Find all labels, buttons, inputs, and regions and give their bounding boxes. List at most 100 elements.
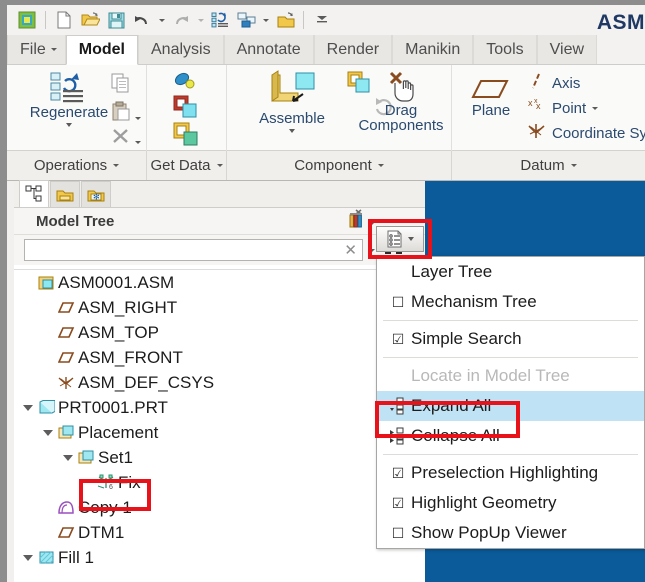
regenerate-button[interactable]: Regenerate — [19, 71, 119, 127]
copy-button[interactable] — [111, 73, 131, 98]
tree-item-label: Fix — [118, 472, 141, 492]
delete-button[interactable] — [111, 127, 131, 150]
new-icon[interactable] — [52, 8, 76, 32]
delete-dropdown-icon[interactable] — [135, 131, 141, 149]
group-label-datum[interactable]: Datum — [452, 151, 645, 180]
customize-icon[interactable] — [310, 8, 334, 32]
settings-dropdown-icon — [387, 230, 402, 248]
favorites-tab[interactable]: ✻ — [81, 181, 111, 207]
checkbox-checked-icon[interactable]: ☑ — [385, 465, 411, 482]
drag-components-label-1: Drag — [384, 102, 418, 119]
menu-item-highlight-geometry[interactable]: ☑ Highlight Geometry — [377, 488, 644, 518]
tab-model[interactable]: Model — [65, 35, 138, 65]
group-label-component[interactable]: Component — [227, 151, 452, 180]
clear-search-icon[interactable]: ✕ — [344, 241, 357, 259]
model-tree-tab[interactable] — [19, 180, 49, 207]
datum-point-icon: x x x — [526, 96, 546, 121]
coordinate-system-icon — [526, 121, 546, 146]
group-label-get-data[interactable]: Get Data — [147, 151, 227, 180]
menu-item-show-popup-viewer[interactable]: ☐ Show PopUp Viewer — [377, 518, 644, 548]
axis-button[interactable]: Axis — [526, 71, 580, 96]
paste-button[interactable] — [111, 101, 131, 126]
menu-item-label: Expand All — [411, 396, 492, 415]
plane-button[interactable]: Plane — [460, 77, 522, 118]
tree-item-assembly[interactable]: ASM0001.ASM — [14, 270, 425, 295]
twisty-expanded-icon[interactable] — [20, 554, 36, 561]
window-dropdown-icon[interactable] — [260, 8, 271, 32]
tree-item-part[interactable]: PRT0001.PRT — [14, 395, 425, 420]
assemble-button[interactable]: Assemble — [237, 69, 347, 133]
menu-item-collapse-all[interactable]: Collapse All — [377, 421, 644, 451]
chevron-down-icon[interactable] — [592, 107, 599, 110]
tab-file[interactable]: File — [7, 35, 66, 64]
menu-item-simple-search[interactable]: ☑ Simple Search — [377, 324, 644, 354]
redo-icon[interactable] — [169, 8, 193, 32]
app-logo-icon[interactable] — [15, 8, 39, 32]
point-button[interactable]: x x x Point — [526, 96, 599, 121]
redo-dropdown-icon[interactable] — [195, 8, 206, 32]
save-icon[interactable] — [104, 8, 128, 32]
tab-tools[interactable]: Tools — [473, 35, 537, 64]
group-label-operations[interactable]: Operations — [7, 151, 147, 180]
model-tree-header: Model Tree — [14, 208, 425, 235]
undo-dropdown-icon[interactable] — [156, 8, 167, 32]
menu-item-preselection-highlighting[interactable]: ☑ Preselection Highlighting — [377, 458, 644, 488]
folder-browser-tab[interactable] — [50, 181, 80, 207]
menu-item-label: Preselection Highlighting — [411, 463, 599, 482]
tree-item-asm-top[interactable]: ASM_TOP — [14, 320, 425, 345]
tree-item-asm-def-csys[interactable]: ASM_DEF_CSYS — [14, 370, 425, 395]
tab-manikin[interactable]: Manikin — [392, 35, 474, 64]
paste-dropdown-icon[interactable] — [135, 107, 141, 125]
tab-annotate[interactable]: Annotate — [223, 35, 314, 64]
datum-plane-icon — [56, 301, 76, 315]
model-tree-list[interactable]: ASM0001.ASM ASM_RIGHT ASM_TOP ASM_FRONT … — [14, 269, 425, 582]
tree-item-label: ASM_FRONT — [78, 347, 183, 367]
checkbox-checked-icon[interactable]: ☑ — [385, 495, 411, 512]
window-icon[interactable] — [234, 8, 258, 32]
twisty-expanded-icon[interactable] — [20, 404, 36, 411]
checkbox-unchecked-icon[interactable]: ☐ — [385, 525, 411, 542]
undo-icon[interactable] — [130, 8, 154, 32]
menu-item-expand-all[interactable]: Expand All — [377, 391, 644, 421]
assemble-label: Assemble — [259, 110, 325, 127]
tab-analysis[interactable]: Analysis — [138, 35, 224, 64]
tree-settings-button[interactable] — [376, 226, 424, 252]
tree-item-asm-right[interactable]: ASM_RIGHT — [14, 295, 425, 320]
tab-render[interactable]: Render — [313, 35, 393, 64]
tree-item-placement[interactable]: Placement — [14, 420, 425, 445]
coordinate-system-button[interactable]: Coordinate System — [526, 121, 645, 146]
close-window-icon[interactable] — [273, 8, 297, 32]
tree-item-fix[interactable]: 6 Fix — [14, 470, 425, 495]
model-tree-search-row: ✕ — [14, 235, 425, 265]
tab-view[interactable]: View — [536, 35, 598, 64]
tree-item-copy1[interactable]: Copy 1 — [14, 495, 425, 520]
checkbox-checked-icon[interactable]: ☑ — [385, 331, 411, 348]
merge-inheritance-button[interactable] — [173, 95, 199, 124]
fix-constraint-icon: 6 — [96, 474, 116, 491]
shrinkwrap-button[interactable] — [173, 122, 199, 151]
search-input[interactable]: ✕ — [24, 239, 363, 261]
menu-item-layer-tree[interactable]: Layer Tree — [377, 257, 644, 287]
shrinkwrap-icon — [173, 122, 198, 146]
drag-hand-icon — [389, 71, 414, 102]
twisty-expanded-icon[interactable] — [40, 429, 56, 436]
group-label-component-text: Component — [294, 157, 372, 174]
twisty-expanded-icon[interactable] — [60, 454, 76, 461]
assemble-icon — [271, 70, 315, 102]
menu-item-label: Locate in Model Tree — [411, 366, 570, 385]
tree-item-dtm1[interactable]: DTM1 — [14, 520, 425, 545]
import-button[interactable] — [173, 70, 199, 97]
menu-item-mechanism-tree[interactable]: ☐ Mechanism Tree — [377, 287, 644, 317]
filter-settings-icon[interactable] — [345, 208, 367, 235]
window-left-border — [0, 5, 7, 582]
regenerate-icon[interactable] — [208, 8, 232, 32]
tree-item-set1[interactable]: Set1 — [14, 445, 425, 470]
tree-item-asm-front[interactable]: ASM_FRONT — [14, 345, 425, 370]
copy-geometry-icon — [56, 500, 76, 516]
open-icon[interactable] — [78, 8, 102, 32]
checkbox-unchecked-icon[interactable]: ☐ — [385, 294, 411, 311]
tree-item-fill1[interactable]: Fill 1 — [14, 545, 425, 570]
filter-dropdown-icon[interactable] — [369, 212, 375, 230]
expand-all-icon — [385, 397, 411, 415]
drag-components-button[interactable]: Drag Components — [355, 69, 447, 133]
